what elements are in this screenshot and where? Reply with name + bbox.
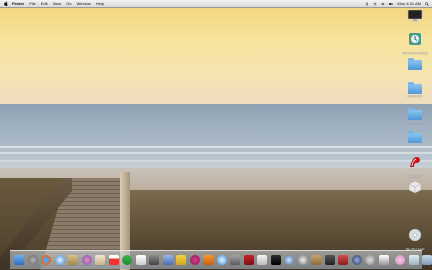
utilities-icon[interactable] (311, 255, 321, 265)
safari-icon[interactable] (54, 255, 65, 265)
volume-icon[interactable] (381, 2, 385, 6)
photo-booth-icon[interactable] (338, 255, 348, 265)
quicktime-icon[interactable] (351, 255, 362, 265)
documents-icon[interactable] (422, 255, 432, 265)
desktop[interactable] (0, 0, 432, 270)
desktop-icon-drive[interactable] (402, 180, 428, 200)
wave (0, 160, 432, 162)
camera-icon[interactable] (324, 255, 335, 265)
folder-icon (408, 58, 422, 70)
folder-icon (408, 131, 422, 143)
mail-icon[interactable] (68, 255, 78, 265)
desktop-icon-folder[interactable] (402, 131, 428, 144)
desktop-icon-display[interactable] (402, 9, 428, 29)
dock-items (14, 251, 432, 265)
wifi-icon[interactable] (373, 2, 378, 6)
ibooks-icon[interactable] (203, 255, 213, 265)
menu-view[interactable]: View (53, 0, 62, 7)
desktop-icon-folder[interactable]: Untitled folder (402, 82, 428, 98)
bluetooth-icon[interactable] (365, 1, 369, 6)
activity-monitor-icon[interactable] (284, 255, 294, 265)
wave (0, 146, 432, 148)
menu-bar: Finder File Edit View Go Window Help Mon… (0, 0, 432, 8)
wallpaper-sea (0, 104, 432, 170)
menu-file[interactable]: File (29, 0, 35, 7)
textedit-icon[interactable] (257, 255, 267, 265)
menu-edit[interactable]: Edit (41, 0, 48, 7)
disk-utility-icon[interactable] (297, 255, 308, 265)
contacts-icon[interactable] (95, 255, 105, 265)
photos-icon[interactable] (81, 255, 92, 265)
launchpad-icon[interactable] (27, 255, 38, 265)
system-preferences-icon[interactable] (230, 255, 240, 265)
downloads-icon[interactable] (408, 255, 419, 265)
menu-app-name[interactable]: Finder (12, 0, 24, 7)
wallpaper-sky (0, 0, 432, 108)
menu-clock[interactable]: Mon 4:31 AM (397, 0, 421, 7)
desktop-icon-folder[interactable]: Untitled folder (402, 108, 428, 124)
disk-icon (408, 228, 422, 242)
folder-icon (408, 82, 422, 94)
battery-icon[interactable] (389, 2, 394, 6)
desktop-icon-app[interactable]: Flash Player (402, 155, 428, 178)
dvd-player-icon[interactable] (365, 255, 375, 265)
display-icon (407, 9, 423, 22)
terminal-icon[interactable] (270, 255, 281, 265)
reminders-icon[interactable] (149, 255, 159, 265)
finder-icon[interactable] (14, 255, 24, 265)
apple-icon[interactable] (4, 1, 8, 6)
itunes-icon[interactable] (189, 255, 200, 265)
desktop-icon-disk[interactable]: Mac OS X Install (402, 228, 428, 251)
menu-go[interactable]: Go (66, 0, 71, 7)
app-store-icon[interactable] (216, 255, 227, 265)
messages-icon[interactable] (176, 255, 186, 265)
chess-icon[interactable] (378, 255, 389, 265)
stickies-icon[interactable] (395, 255, 405, 265)
status-menus: Mon 4:31 AM (361, 0, 429, 7)
firefox-icon[interactable] (41, 255, 51, 265)
desktop-icon-time-machine[interactable]: Time Machine Backups (402, 32, 428, 55)
calendar-icon[interactable] (108, 255, 119, 265)
app-icon (410, 157, 420, 167)
drive-icon (408, 180, 422, 194)
notes-icon[interactable] (135, 255, 146, 265)
maps-icon[interactable] (162, 255, 173, 265)
facetime-icon[interactable] (122, 255, 132, 265)
menu-help[interactable]: Help (96, 0, 104, 7)
wave (0, 152, 432, 154)
folder-icon (408, 108, 422, 120)
menu-window[interactable]: Window (77, 0, 91, 7)
desktop-icon-label: Flash Player (408, 175, 422, 178)
time-machine-icon (409, 33, 421, 45)
desktop-icon-folder[interactable] (402, 58, 428, 71)
spotlight-icon[interactable] (425, 1, 429, 6)
desktop-icon-label: Untitled folder (407, 95, 423, 98)
preview-icon[interactable] (243, 255, 254, 265)
desktop-icon-label: Time Machine Backups (402, 52, 428, 55)
desktop-icon-label: Untitled folder (407, 121, 423, 124)
